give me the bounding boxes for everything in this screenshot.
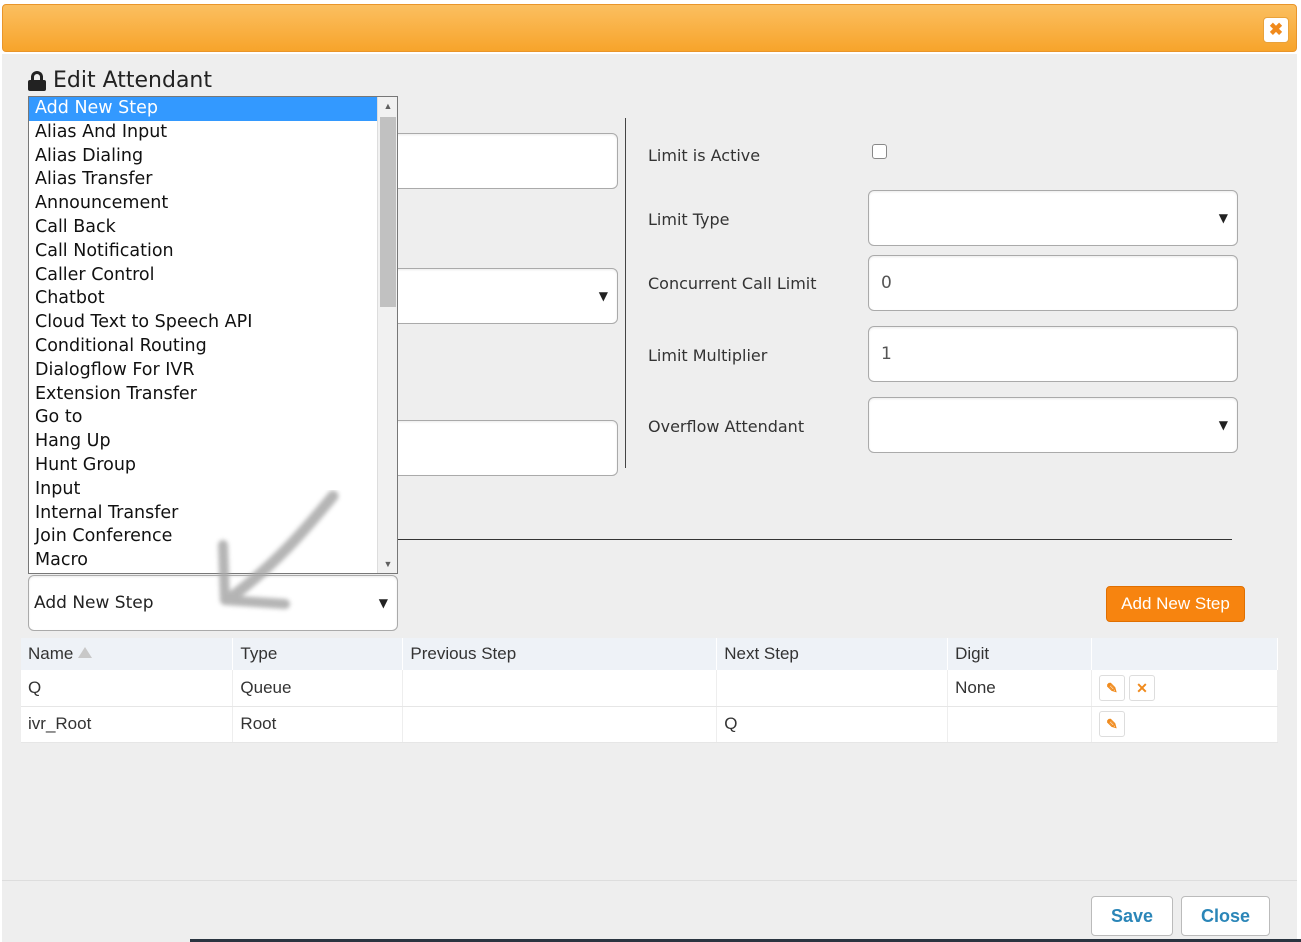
cell-next-step: Q: [716, 706, 949, 743]
dropdown-scrollbar[interactable]: ▲ ▼: [377, 97, 397, 573]
cell-previous-step: [402, 670, 718, 707]
limit-type-label: Limit Type: [648, 210, 730, 229]
limit-multiplier-input[interactable]: 1: [868, 326, 1238, 382]
table-row[interactable]: ivr_Root Root Q ✎: [21, 706, 1278, 743]
step-type-select[interactable]: Add New Step ▼: [28, 575, 398, 631]
limit-multiplier-label: Limit Multiplier: [648, 346, 768, 365]
scrollbar-thumb[interactable]: [380, 117, 396, 307]
sort-ascending-icon[interactable]: [78, 647, 93, 658]
concurrent-call-limit-label: Concurrent Call Limit: [648, 274, 817, 293]
step-option[interactable]: Extension Transfer: [29, 383, 377, 407]
table-row[interactable]: Q Queue None ✎ ✕: [21, 670, 1278, 707]
step-option[interactable]: Add New Step: [29, 97, 377, 121]
step-option[interactable]: Alias Transfer: [29, 168, 377, 192]
edit-pencil-icon[interactable]: ✎: [1099, 674, 1126, 701]
save-button[interactable]: Save: [1091, 896, 1173, 936]
step-option[interactable]: Conditional Routing: [29, 335, 377, 359]
scroll-down-arrow-icon[interactable]: ▼: [378, 555, 397, 573]
limit-is-active-checkbox[interactable]: [872, 144, 887, 159]
overflow-attendant-label: Overflow Attendant: [648, 417, 805, 436]
cell-actions: ✎ ✕: [1091, 670, 1278, 707]
section-divider: [398, 539, 1232, 540]
table-header-row: Name Type Previous Step Next Step Digit: [21, 638, 1278, 670]
delete-x-icon[interactable]: ✕: [1129, 674, 1156, 701]
lock-icon: [28, 70, 46, 91]
step-option[interactable]: Internal Transfer: [29, 502, 377, 526]
cell-next-step: [716, 670, 949, 707]
step-option[interactable]: Macro: [29, 549, 377, 573]
concurrent-call-limit-input[interactable]: 0: [868, 255, 1238, 311]
cell-type: Root: [232, 706, 404, 743]
column-header-name[interactable]: Name: [21, 638, 234, 670]
step-option[interactable]: Call Back: [29, 216, 377, 240]
step-option[interactable]: Cloud Text to Speech API: [29, 311, 377, 335]
limit-multiplier-value: 1: [881, 344, 892, 364]
close-icon[interactable]: ✖: [1263, 17, 1289, 43]
step-option[interactable]: Chatbot: [29, 287, 377, 311]
step-option[interactable]: Dialogflow For IVR: [29, 359, 377, 383]
step-type-selected-value: Add New Step: [34, 593, 154, 613]
scroll-up-arrow-icon[interactable]: ▲: [378, 97, 397, 115]
step-option[interactable]: Go to: [29, 406, 377, 430]
chevron-down-icon: ▼: [1218, 211, 1228, 225]
dialog-title-text: Edit Attendant: [53, 68, 213, 93]
column-header-next-step[interactable]: Next Step: [716, 638, 949, 670]
step-option[interactable]: Alias And Input: [29, 121, 377, 145]
step-type-dropdown-list[interactable]: Add New Step Alias And Input Alias Diali…: [28, 96, 398, 574]
close-button[interactable]: Close: [1181, 896, 1270, 936]
step-option[interactable]: Hang Up: [29, 430, 377, 454]
cell-actions: ✎: [1091, 706, 1278, 743]
limit-type-select[interactable]: ▼: [868, 190, 1238, 246]
step-option[interactable]: Join Conference: [29, 525, 377, 549]
footer-divider: [2, 880, 1297, 881]
cell-type: Queue: [232, 670, 404, 707]
chevron-down-icon: ▼: [1218, 418, 1228, 432]
step-option[interactable]: Alias Dialing: [29, 145, 377, 169]
edit-pencil-icon[interactable]: ✎: [1099, 711, 1126, 737]
overflow-attendant-select[interactable]: ▼: [868, 397, 1238, 453]
dialog-title: Edit Attendant: [28, 68, 212, 93]
step-option[interactable]: Call Notification: [29, 240, 377, 264]
limit-is-active-label: Limit is Active: [648, 146, 761, 165]
cell-name: Q: [21, 670, 234, 707]
dialog-header-bar: ✖: [2, 4, 1297, 52]
column-header-actions: [1091, 638, 1278, 670]
concurrent-call-limit-value: 0: [881, 273, 892, 293]
chevron-down-icon: ▼: [598, 289, 608, 303]
step-option[interactable]: Hunt Group: [29, 454, 377, 478]
step-option[interactable]: Announcement: [29, 192, 377, 216]
column-header-previous-step[interactable]: Previous Step: [402, 638, 718, 670]
column-header-digit[interactable]: Digit: [947, 638, 1093, 670]
cell-previous-step: [402, 706, 718, 743]
cell-digit: None: [947, 670, 1093, 707]
column-divider: [625, 118, 626, 468]
add-new-step-button[interactable]: Add New Step: [1106, 586, 1245, 622]
cell-digit: [947, 706, 1093, 743]
chevron-down-icon: ▼: [378, 596, 388, 610]
step-option[interactable]: Caller Control: [29, 264, 377, 288]
steps-table: Name Type Previous Step Next Step Digit …: [21, 638, 1278, 743]
cell-name: ivr_Root: [21, 706, 234, 743]
step-option[interactable]: Input: [29, 478, 377, 502]
column-header-type[interactable]: Type: [232, 638, 404, 670]
